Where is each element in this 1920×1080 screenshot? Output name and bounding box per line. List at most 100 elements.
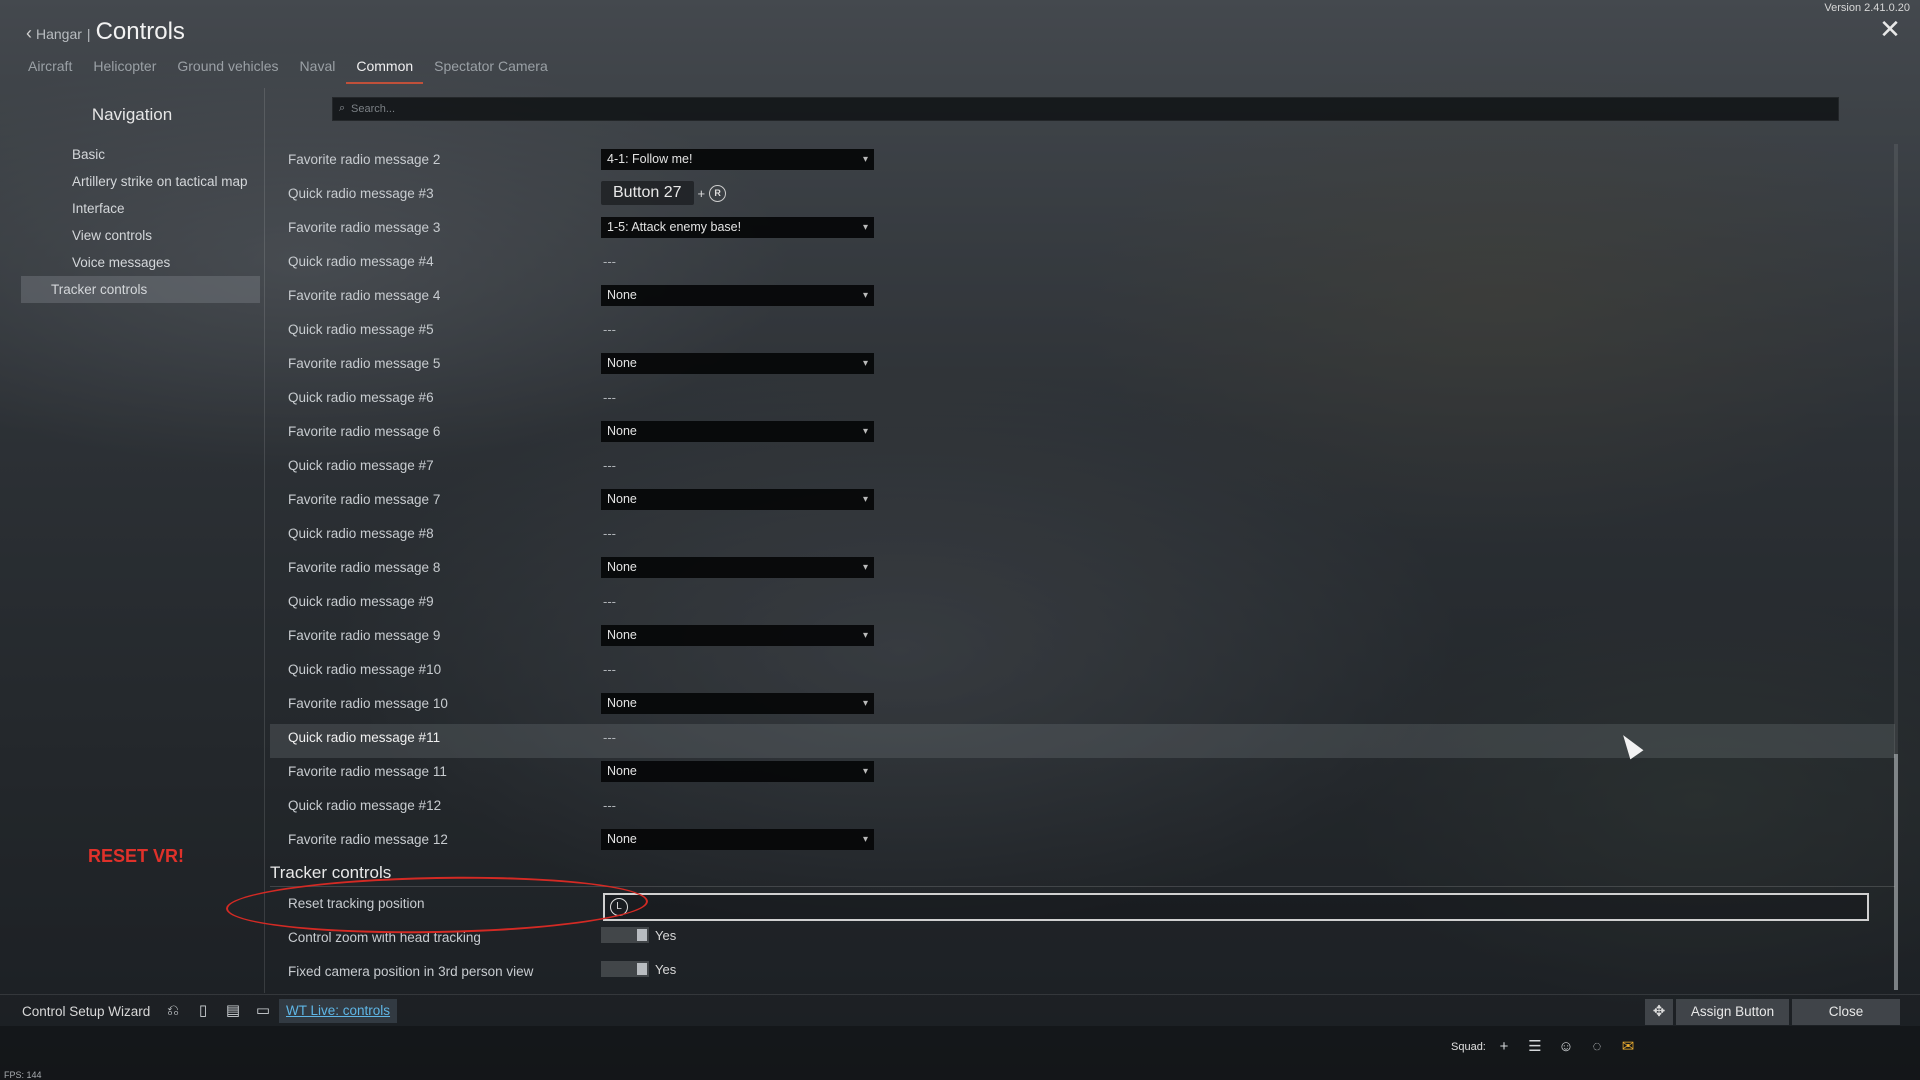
gamepad-icon[interactable]: ✥ [1645, 999, 1673, 1025]
header-separator: | [86, 26, 91, 42]
radio-message-dropdown[interactable]: None ▾ [601, 285, 874, 306]
chevron-down-icon: ▾ [862, 154, 868, 165]
row-control: --- [601, 659, 616, 680]
nav-item-tracker-controls[interactable]: Tracker controls [21, 276, 260, 303]
scrollbar[interactable] [1894, 144, 1898, 990]
control-row: Quick radio message #8 --- [270, 520, 1895, 554]
zoom-head-tracking-toggle[interactable] [601, 927, 649, 943]
list-icon[interactable]: ☰ [1524, 1036, 1546, 1058]
empty-binding[interactable]: --- [601, 730, 616, 745]
empty-binding[interactable]: --- [601, 594, 616, 609]
row-control: --- [601, 591, 616, 612]
row-label: Favorite radio message 9 [288, 628, 441, 643]
control-row: Favorite radio message 7 None ▾ [270, 486, 1895, 520]
empty-binding[interactable]: --- [601, 390, 616, 405]
version-label: Version 2.41.0.20 [1824, 2, 1910, 14]
search-icon: ⌕ [339, 102, 346, 114]
nav-item-interface[interactable]: Interface [21, 195, 260, 222]
dropdown-value: None [607, 492, 637, 506]
dropdown-value: None [607, 696, 637, 710]
empty-binding[interactable]: --- [601, 526, 616, 541]
radio-message-dropdown[interactable]: None ▾ [601, 761, 874, 782]
assign-button[interactable]: Assign Button [1676, 999, 1789, 1025]
row-label: Favorite radio message 2 [288, 152, 441, 167]
chevron-down-icon: ▾ [862, 358, 868, 369]
nav-item-artillery-strike[interactable]: Artillery strike on tactical map [21, 168, 260, 195]
open-folder-icon[interactable]: ▭ [252, 1000, 274, 1022]
toggle-value: Yes [655, 961, 677, 977]
back-to-hangar-link[interactable]: Hangar [36, 26, 82, 42]
row-label: Favorite radio message 7 [288, 492, 441, 507]
control-setup-wizard-link[interactable]: Control Setup Wizard [22, 1004, 150, 1019]
empty-binding[interactable]: --- [601, 458, 616, 473]
radio-message-dropdown[interactable]: None ▾ [601, 353, 874, 374]
controls-list: Favorite radio message 2 4-1: Follow me! ▾… [270, 146, 1895, 860]
gamepad-r-icon[interactable]: R [709, 184, 727, 202]
navigation-title: Navigation [91, 105, 173, 124]
row-control: None ▾ [601, 829, 874, 850]
chat-icon[interactable]: ◌ [1586, 1036, 1608, 1058]
header: ‹ Hangar | Controls [26, 18, 185, 46]
friends-icon[interactable]: ☺ [1555, 1036, 1577, 1058]
radio-message-dropdown[interactable]: 4-1: Follow me! ▾ [601, 149, 874, 170]
tab-spectator-camera[interactable]: Spectator Camera [434, 58, 558, 84]
control-row: Quick radio message #7 --- [270, 452, 1895, 486]
scrollbar-thumb[interactable] [1894, 754, 1898, 990]
key-binding-chip[interactable]: Button 27 [601, 181, 694, 205]
save-icon[interactable]: ▤ [222, 1000, 244, 1022]
search-bar: ⌕ [332, 97, 1839, 121]
tab-common[interactable]: Common [346, 58, 424, 84]
chevron-down-icon: ▾ [862, 290, 868, 301]
tab-naval[interactable]: Naval [300, 58, 346, 84]
fps-counter: FPS: 144 [4, 1070, 42, 1080]
nav-item-view-controls[interactable]: View controls [21, 222, 260, 249]
control-row: Favorite radio message 6 None ▾ [270, 418, 1895, 452]
wt-live-controls-link[interactable]: WT Live: controls [279, 999, 398, 1023]
close-button[interactable]: Close [1792, 999, 1900, 1025]
row-label: Quick radio message #5 [288, 322, 434, 337]
radio-message-dropdown[interactable]: 1-5: Attack enemy base! ▾ [601, 217, 874, 238]
radio-message-dropdown[interactable]: None ▾ [601, 421, 874, 442]
row-label: Favorite radio message 5 [288, 356, 441, 371]
nav-item-voice-messages[interactable]: Voice messages [21, 249, 260, 276]
mail-icon[interactable]: ✉ [1617, 1036, 1639, 1058]
reset-icon[interactable]: ⎌ [162, 1000, 184, 1022]
add-icon[interactable]: + [1493, 1036, 1515, 1058]
chevron-down-icon: ▾ [862, 766, 868, 777]
radio-message-dropdown[interactable]: None ▾ [601, 489, 874, 510]
radio-message-dropdown[interactable]: None ▾ [601, 693, 874, 714]
control-row: Favorite radio message 5 None ▾ [270, 350, 1895, 384]
row-label: Quick radio message #10 [288, 662, 442, 677]
row-control: None ▾ [601, 285, 874, 306]
row-control: None ▾ [601, 625, 874, 646]
tab-helicopter[interactable]: Helicopter [93, 58, 166, 84]
empty-binding[interactable]: --- [601, 322, 616, 337]
radio-message-dropdown[interactable]: None ▾ [601, 557, 874, 578]
dropdown-value: None [607, 832, 637, 846]
chevron-left-icon[interactable]: ‹ [26, 23, 32, 44]
reset-tracking-binding-field[interactable]: L [603, 893, 1869, 921]
radio-message-dropdown[interactable]: None ▾ [601, 829, 874, 850]
empty-binding[interactable]: --- [601, 254, 616, 269]
row-control: --- [601, 387, 616, 408]
row-control: None ▾ [601, 421, 874, 442]
new-file-icon[interactable]: ▯ [192, 1000, 214, 1022]
fixed-camera-toggle[interactable] [601, 961, 649, 977]
chevron-down-icon: ▾ [862, 222, 868, 233]
control-row: Quick radio message #11 --- [270, 724, 1895, 758]
radio-message-dropdown[interactable]: None ▾ [601, 625, 874, 646]
chevron-down-icon: ▾ [862, 494, 868, 505]
empty-binding[interactable]: --- [601, 798, 616, 813]
row-control: --- [601, 251, 616, 272]
close-icon[interactable]: ✕ [1878, 16, 1902, 42]
tab-aircraft[interactable]: Aircraft [28, 58, 82, 84]
empty-binding[interactable]: --- [601, 662, 616, 677]
control-row: Favorite radio message 11 None ▾ [270, 758, 1895, 792]
nav-item-basic[interactable]: Basic [21, 141, 260, 168]
squad-label: Squad: [1451, 1041, 1486, 1053]
tab-ground-vehicles[interactable]: Ground vehicles [177, 58, 288, 84]
search-input[interactable] [351, 98, 1831, 120]
row-label: Favorite radio message 4 [288, 288, 441, 303]
preset-icons: ⎌ ▯ ▤ ▭ [162, 1000, 274, 1022]
row-control: --- [601, 727, 616, 748]
